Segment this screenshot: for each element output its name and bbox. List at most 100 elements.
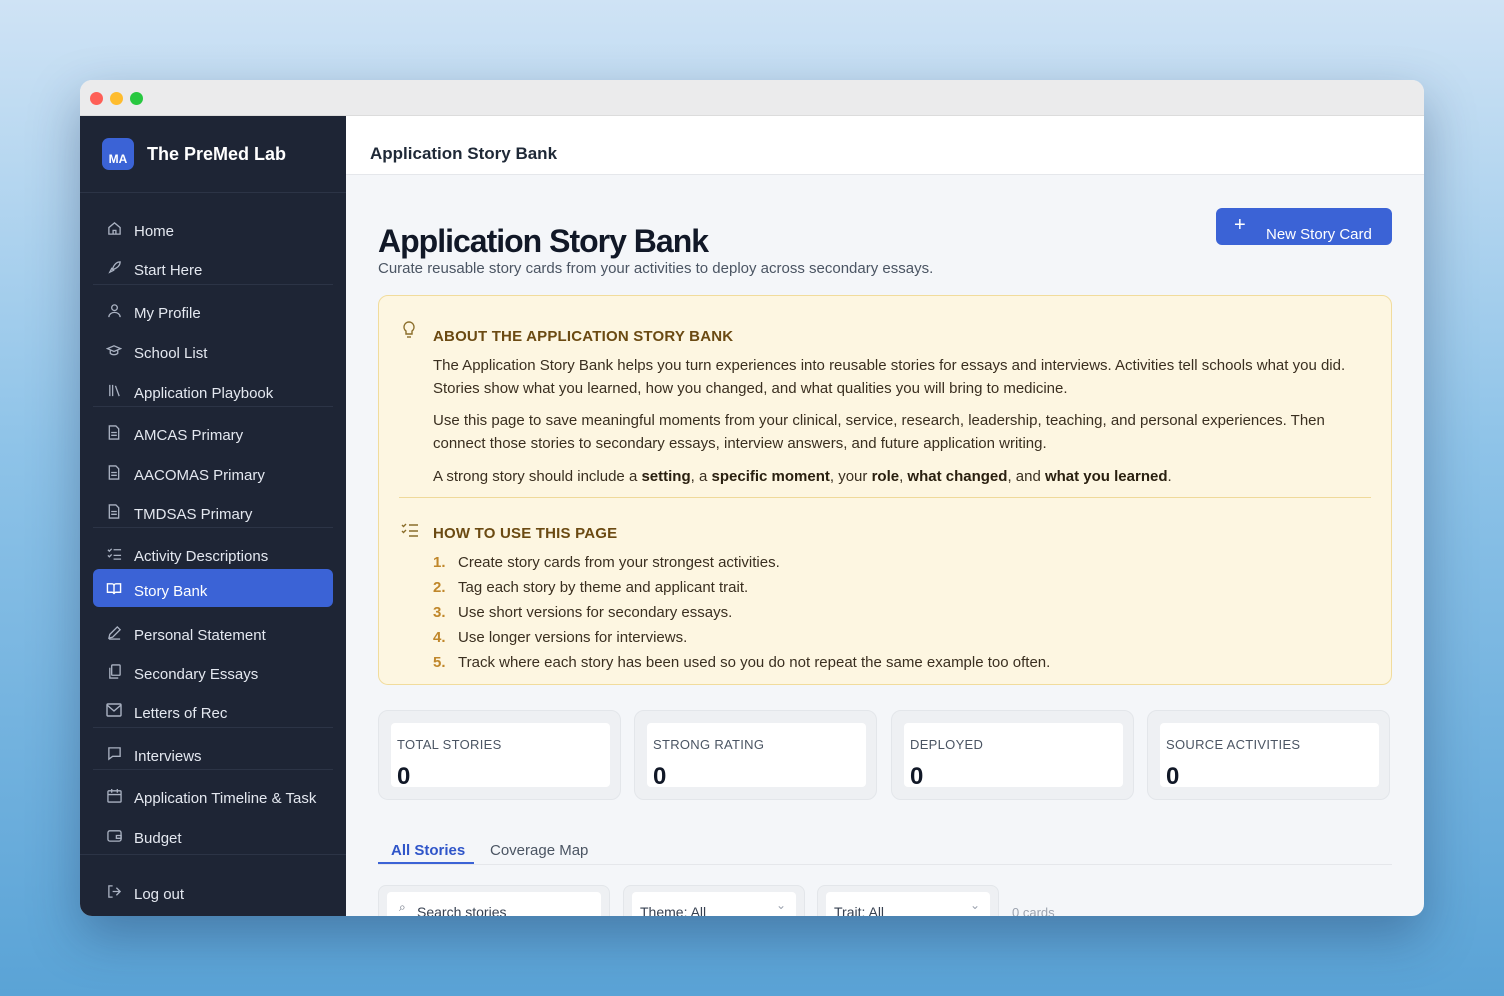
divider xyxy=(93,727,333,728)
step-text: Use short versions for secondary essays. xyxy=(458,604,733,621)
rocket-icon xyxy=(105,258,123,276)
sidebar-item-label: Letters of Rec xyxy=(134,704,228,722)
divider xyxy=(93,527,333,528)
lightbulb-icon xyxy=(401,320,417,345)
document-icon xyxy=(105,502,123,520)
step-text: Create story cards from your strongest a… xyxy=(458,554,780,571)
sidebar-item-label: Start Here xyxy=(134,261,203,279)
logout-button[interactable]: Log out xyxy=(93,873,333,909)
sidebar-item-personal-statement[interactable]: Personal Statement xyxy=(93,614,333,650)
graduation-cap-icon xyxy=(105,341,123,359)
mail-icon xyxy=(105,701,123,719)
text: , and xyxy=(1007,468,1045,485)
brand[interactable]: MA The PreMed Lab xyxy=(102,138,286,170)
sidebar-item-budget[interactable]: Budget xyxy=(93,817,333,853)
sidebar-item-activity-descriptions[interactable]: Activity Descriptions xyxy=(93,535,333,571)
divider xyxy=(80,854,346,855)
stat-label: DEPLOYED xyxy=(910,737,984,752)
sidebar-item-application-timeline[interactable]: Application Timeline & Task xyxy=(93,777,333,813)
sidebar-item-aacomas-primary[interactable]: AACOMAS Primary xyxy=(93,454,333,490)
search-box: Search stories ⌕ xyxy=(378,885,610,916)
chevron-down-icon: ⌄ xyxy=(775,898,786,912)
stat-value: 0 xyxy=(397,763,411,790)
minimize-window-button[interactable] xyxy=(110,92,123,105)
step-text: Tag each story by theme and applicant tr… xyxy=(458,579,749,596)
list-check-icon xyxy=(105,544,123,562)
stat-card: DEPLOYED 0 xyxy=(904,723,1123,790)
stat-value: 0 xyxy=(653,763,667,790)
text: . xyxy=(1167,468,1172,485)
sidebar-item-amcas-primary[interactable]: AMCAS Primary xyxy=(93,414,333,450)
sidebar: MA The PreMed Lab Home Start Here My Pro… xyxy=(80,116,346,916)
trait-filter: Trait: All ⌄ xyxy=(817,885,999,916)
stat-strong-rating: STRONG RATING 0 xyxy=(634,710,877,800)
close-window-button[interactable] xyxy=(90,92,103,105)
sidebar-item-school-list[interactable]: School List xyxy=(93,332,333,368)
step-text: Use longer versions for interviews. xyxy=(458,629,688,646)
step-number: 1. xyxy=(433,554,446,571)
search-placeholder: Search stories xyxy=(417,904,507,916)
sidebar-item-label: My Profile xyxy=(134,304,201,322)
main-content: Application Story Bank Curate reusable s… xyxy=(346,175,1424,916)
step-number: 5. xyxy=(433,654,446,671)
maximize-window-button[interactable] xyxy=(130,92,143,105)
document-icon xyxy=(105,463,123,481)
home-icon xyxy=(105,219,123,237)
sidebar-item-start-here[interactable]: Start Here xyxy=(93,249,333,285)
divider xyxy=(80,192,346,193)
trait-select[interactable]: Trait: All ⌄ xyxy=(826,892,990,916)
sidebar-item-label: Application Playbook xyxy=(134,384,274,402)
text-bold: what you learned xyxy=(1044,468,1168,485)
active-tab-indicator xyxy=(378,862,474,864)
page-subtitle: Curate reusable story cards from your ac… xyxy=(378,260,934,277)
logout-label: Log out xyxy=(134,885,185,903)
howto-step: 1. Create story cards from your strongest… xyxy=(433,554,780,571)
library-icon xyxy=(105,381,123,399)
theme-select-value: Theme: All xyxy=(640,904,707,916)
sidebar-item-letters-of-rec[interactable]: Letters of Rec xyxy=(93,692,333,728)
text: A strong story should include a xyxy=(433,468,642,485)
sidebar-item-secondary-essays[interactable]: Secondary Essays xyxy=(93,653,333,689)
topbar-title: Application Story Bank xyxy=(370,144,558,163)
pencil-icon xyxy=(105,623,123,641)
howto-step: 4. Use longer versions for interviews. xyxy=(433,629,687,646)
app-window: MA The PreMed Lab Home Start Here My Pro… xyxy=(80,80,1424,916)
stat-label: SOURCE ACTIVITIES xyxy=(1166,737,1301,752)
sidebar-item-my-profile[interactable]: My Profile xyxy=(93,292,333,328)
theme-filter: Theme: All ⌄ xyxy=(623,885,805,916)
sidebar-item-story-bank[interactable]: Story Bank xyxy=(93,569,333,607)
brand-name: The PreMed Lab xyxy=(147,143,287,164)
divider xyxy=(93,406,333,407)
sidebar-item-label: Secondary Essays xyxy=(134,665,259,683)
sidebar-item-label: Application Timeline & Task xyxy=(134,789,317,807)
stat-deployed: DEPLOYED 0 xyxy=(891,710,1134,800)
tab-coverage-map[interactable]: Coverage Map xyxy=(490,842,588,859)
sidebar-item-label: Home xyxy=(134,222,175,240)
brand-logo: MA xyxy=(102,138,134,170)
text-bold: specific moment xyxy=(711,468,830,485)
stat-total-stories: TOTAL STORIES 0 xyxy=(378,710,621,800)
stat-card: STRONG RATING 0 xyxy=(647,723,866,790)
sidebar-item-application-playbook[interactable]: Application Playbook xyxy=(93,372,333,408)
stat-value: 0 xyxy=(1166,763,1180,790)
tab-all-stories[interactable]: All Stories xyxy=(391,842,465,859)
sidebar-item-label: Interviews xyxy=(134,747,202,765)
howto-step: 5. Track where each story has been used s… xyxy=(433,654,1050,671)
step-text: Track where each story has been used so … xyxy=(458,654,1051,671)
search-input[interactable]: Search stories ⌕ xyxy=(387,892,601,916)
plus-icon: + xyxy=(1234,214,1246,236)
about-strong-story: A strong story should include a setting,… xyxy=(433,465,1363,488)
theme-select[interactable]: Theme: All ⌄ xyxy=(632,892,796,916)
sidebar-item-home[interactable]: Home xyxy=(93,210,333,246)
wallet-icon xyxy=(105,826,123,844)
message-icon xyxy=(105,744,123,762)
new-story-card-button[interactable]: + New Story Card xyxy=(1216,208,1392,245)
step-number: 4. xyxy=(433,629,446,646)
about-heading: ABOUT THE APPLICATION STORY BANK xyxy=(433,328,734,345)
sidebar-item-interviews[interactable]: Interviews xyxy=(93,735,333,771)
new-story-card-label: New Story Card xyxy=(1266,226,1372,243)
divider xyxy=(399,497,1371,498)
about-paragraph: The Application Story Bank helps you tur… xyxy=(433,357,1346,397)
sidebar-item-tmdsas-primary[interactable]: TMDSAS Primary xyxy=(93,493,333,529)
stat-label: TOTAL STORIES xyxy=(397,737,502,752)
